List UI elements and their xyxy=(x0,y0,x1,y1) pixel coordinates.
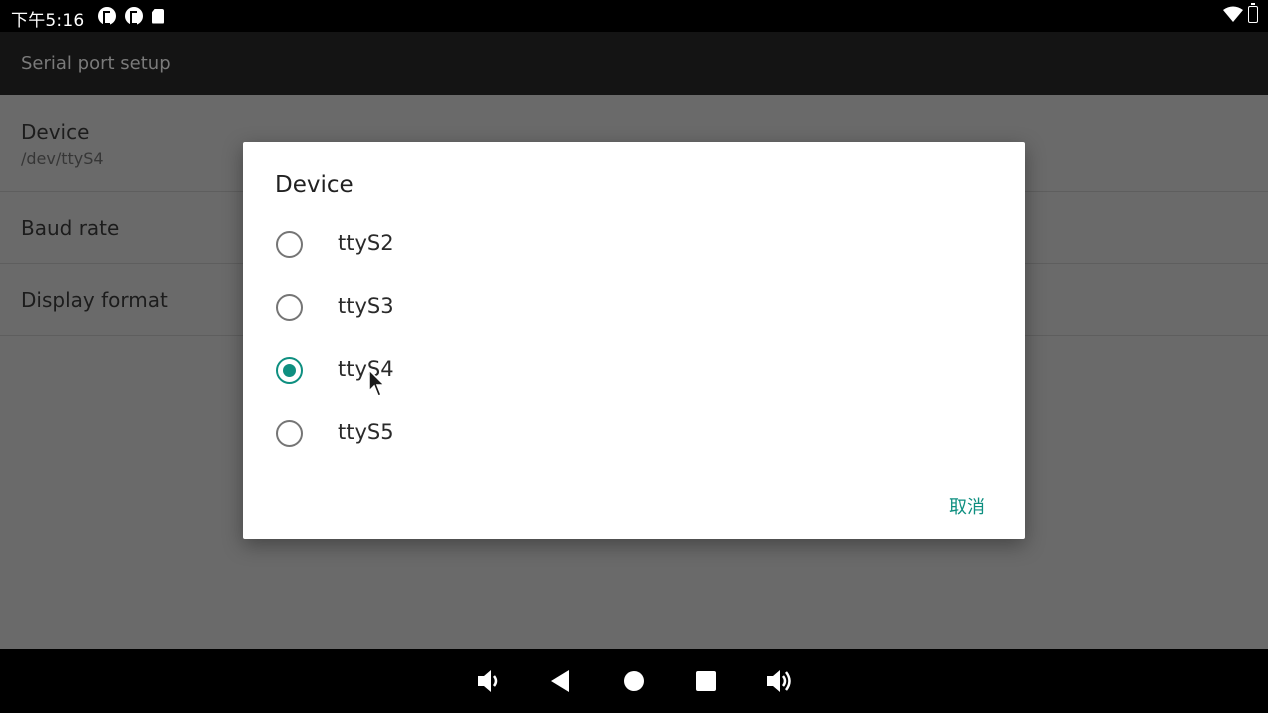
recents-icon[interactable] xyxy=(694,666,718,696)
pref-title: Baud rate xyxy=(21,216,120,240)
app-bar: Serial port setup xyxy=(0,32,1268,95)
radio-button[interactable] xyxy=(276,420,303,447)
sd-card-icon xyxy=(152,8,164,24)
radio-button[interactable] xyxy=(276,294,303,321)
back-icon[interactable] xyxy=(549,666,573,696)
status-time: 下午5:16 xyxy=(11,11,85,31)
option-label: ttyS3 xyxy=(338,294,394,318)
navigation-bar xyxy=(0,649,1268,713)
dialog-title: Device xyxy=(275,172,354,198)
option-label: ttyS5 xyxy=(338,420,394,444)
option-ttys2[interactable]: ttyS2 xyxy=(243,212,1025,275)
battery-icon xyxy=(1248,3,1258,23)
device-dialog: Device ttyS2 ttyS3 ttyS4 ttyS5 取消 xyxy=(243,142,1025,539)
radio-button[interactable] xyxy=(276,231,303,258)
app-title: Serial port setup xyxy=(21,53,171,74)
radio-button-checked[interactable] xyxy=(276,357,303,384)
option-ttys3[interactable]: ttyS3 xyxy=(243,275,1025,338)
option-ttys4[interactable]: ttyS4 xyxy=(243,338,1025,401)
p-circle-icon xyxy=(125,7,143,25)
home-icon[interactable] xyxy=(622,666,646,696)
pref-title: Display format xyxy=(21,288,168,312)
p-circle-icon xyxy=(98,7,116,25)
status-icons-left xyxy=(98,7,164,25)
pref-title: Device xyxy=(21,120,90,144)
volume-up-icon[interactable] xyxy=(765,666,795,696)
status-icons-right xyxy=(1223,3,1258,23)
status-bar: 下午5:16 xyxy=(0,0,1268,32)
volume-down-icon[interactable] xyxy=(476,666,502,696)
option-ttys5[interactable]: ttyS5 xyxy=(243,401,1025,464)
wifi-icon xyxy=(1223,6,1243,22)
option-label: ttyS2 xyxy=(338,231,394,255)
mouse-cursor-icon xyxy=(368,369,386,397)
cancel-button[interactable]: 取消 xyxy=(947,491,987,521)
pref-summary: /dev/ttyS4 xyxy=(21,149,104,168)
